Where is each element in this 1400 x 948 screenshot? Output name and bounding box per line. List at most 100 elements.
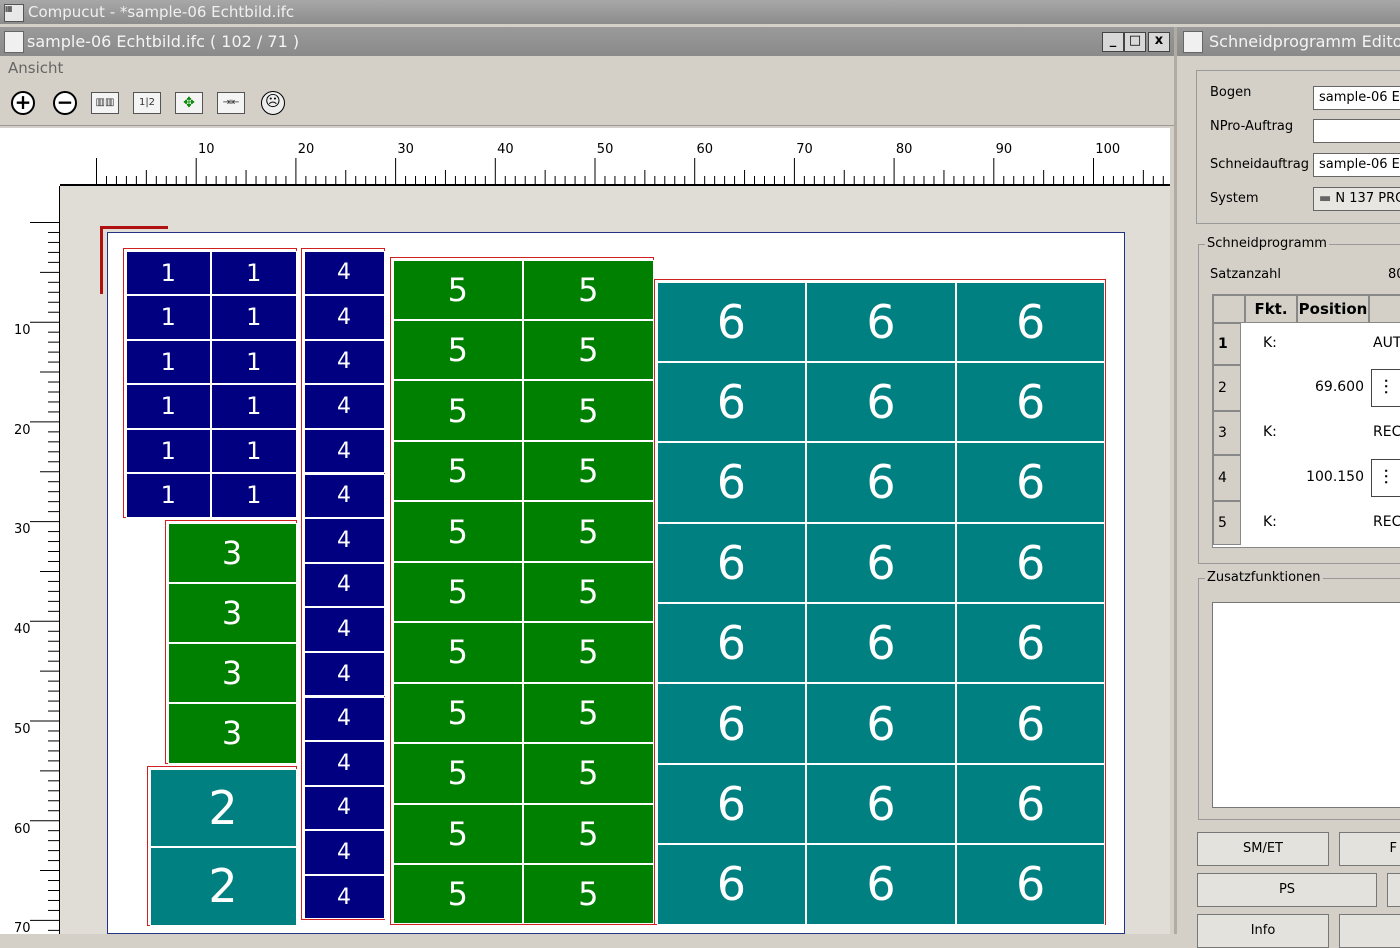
- row-number[interactable]: 5: [1213, 501, 1241, 545]
- cut-piece[interactable]: 4: [303, 518, 385, 563]
- cut-piece[interactable]: 1: [211, 473, 297, 518]
- cut-piece[interactable]: 4: [303, 651, 385, 697]
- layout-group-3[interactable]: 3333: [165, 520, 297, 764]
- layout-group-2[interactable]: 22: [147, 766, 297, 926]
- cut-piece[interactable]: 3: [167, 582, 297, 643]
- cut-piece[interactable]: 6: [806, 844, 956, 925]
- cut-piece[interactable]: 4: [303, 696, 385, 742]
- cut-piece[interactable]: 5: [392, 561, 523, 623]
- f-button[interactable]: F: [1339, 832, 1400, 866]
- cut-piece[interactable]: 6: [806, 442, 956, 523]
- cut-piece[interactable]: 1: [211, 295, 297, 340]
- layout-group-6[interactable]: 666666666666666666666666: [654, 279, 1106, 925]
- cut-piece[interactable]: 4: [303, 785, 385, 831]
- cut-piece[interactable]: 3: [167, 643, 297, 704]
- cut-piece[interactable]: 1: [125, 384, 211, 429]
- system-field[interactable]: ▬ N 137 PRO: [1313, 187, 1400, 211]
- info-button[interactable]: Info: [1197, 914, 1329, 948]
- cut-piece[interactable]: 1: [211, 428, 297, 473]
- cut-piece[interactable]: 6: [656, 361, 807, 443]
- cut-piece[interactable]: 5: [392, 803, 523, 865]
- cut-piece[interactable]: 6: [806, 603, 956, 684]
- minimize-button[interactable]: _: [1102, 32, 1124, 52]
- numbered-grid-button[interactable]: 1|2: [132, 89, 162, 117]
- cut-piece[interactable]: 6: [806, 522, 956, 603]
- column-header-position[interactable]: Position: [1297, 295, 1369, 323]
- pane-divider[interactable]: [1174, 27, 1177, 934]
- cut-piece[interactable]: 1: [125, 295, 211, 340]
- npro-field[interactable]: [1313, 119, 1400, 143]
- cut-piece[interactable]: 5: [523, 682, 654, 744]
- zoom-out-button[interactable]: −: [50, 89, 80, 117]
- cut-piece[interactable]: 5: [523, 501, 654, 562]
- cut-piece[interactable]: 6: [656, 603, 807, 684]
- cut-piece[interactable]: 4: [303, 830, 385, 875]
- cut-piece[interactable]: 5: [523, 803, 654, 865]
- cut-piece[interactable]: 4: [303, 741, 385, 786]
- row-number[interactable]: 3: [1213, 411, 1241, 455]
- cut-piece[interactable]: 4: [303, 607, 385, 652]
- sad-face-button[interactable]: ☹: [258, 89, 288, 117]
- cut-piece[interactable]: 3: [167, 703, 297, 764]
- cut-piece[interactable]: 4: [303, 295, 385, 340]
- cut-piece[interactable]: 1: [211, 250, 297, 295]
- cut-piece[interactable]: 1: [125, 339, 211, 384]
- cut-piece[interactable]: 5: [392, 440, 523, 502]
- cut-piece[interactable]: 6: [955, 683, 1106, 764]
- cut-piece[interactable]: 5: [523, 380, 654, 441]
- cut-piece[interactable]: 5: [392, 259, 523, 320]
- zoom-in-button[interactable]: +: [8, 89, 38, 117]
- cut-piece[interactable]: 6: [656, 683, 807, 764]
- cut-piece[interactable]: 6: [806, 683, 956, 764]
- menu-ansicht[interactable]: Ansicht: [8, 56, 63, 80]
- maximize-button[interactable]: □: [1124, 32, 1146, 52]
- cut-function-icon[interactable]: ⫶: [1371, 459, 1400, 497]
- cut-function-icon[interactable]: ⫶: [1371, 369, 1400, 407]
- cut-piece[interactable]: 4: [303, 874, 385, 920]
- cut-piece[interactable]: 5: [523, 622, 654, 683]
- cut-piece[interactable]: 6: [955, 281, 1106, 362]
- cut-piece[interactable]: 5: [392, 319, 523, 381]
- cut-piece[interactable]: 2: [149, 768, 297, 847]
- cut-piece[interactable]: 1: [125, 250, 211, 295]
- cut-piece[interactable]: 5: [523, 561, 654, 623]
- cut-piece[interactable]: 5: [523, 864, 654, 925]
- cut-piece[interactable]: 6: [806, 763, 956, 845]
- cut-piece[interactable]: 4: [303, 384, 385, 429]
- bogen-field[interactable]: sample-06 Echtbild: [1313, 86, 1400, 110]
- close-button[interactable]: x: [1148, 32, 1170, 52]
- cut-piece[interactable]: 6: [656, 844, 807, 925]
- cut-piece[interactable]: 6: [955, 442, 1106, 523]
- cut-piece[interactable]: 6: [656, 763, 807, 845]
- cut-piece[interactable]: 4: [303, 339, 385, 385]
- cut-piece[interactable]: 4: [303, 562, 385, 608]
- row-number[interactable]: 1: [1213, 323, 1241, 365]
- grid-button[interactable]: ▥▥: [90, 89, 120, 117]
- column-header-fkt[interactable]: Fkt.: [1245, 295, 1297, 323]
- row-number[interactable]: 4: [1213, 455, 1241, 501]
- cut-piece[interactable]: 5: [523, 319, 654, 381]
- cut-piece[interactable]: 6: [656, 442, 807, 523]
- fit-button[interactable]: ⇥⇤: [216, 89, 246, 117]
- cut-piece[interactable]: 6: [955, 763, 1106, 845]
- cut-piece[interactable]: 1: [125, 428, 211, 473]
- cut-piece[interactable]: 5: [392, 864, 523, 925]
- extra-side-button[interactable]: [1339, 914, 1400, 948]
- cut-piece[interactable]: 6: [806, 361, 956, 443]
- cut-piece[interactable]: 1: [211, 384, 297, 429]
- cut-piece[interactable]: 5: [523, 743, 654, 804]
- cut-piece[interactable]: 6: [656, 522, 807, 603]
- cut-piece[interactable]: 5: [392, 743, 523, 804]
- cut-piece[interactable]: 5: [392, 682, 523, 744]
- ps-side-button[interactable]: [1387, 873, 1400, 907]
- cut-piece[interactable]: 6: [806, 281, 956, 362]
- program-table[interactable]: Fkt. Position 1 K: AUTO 2 69.600 ⫶ 3 K: REC 4 100.…: [1212, 294, 1400, 548]
- cut-piece[interactable]: 6: [656, 281, 807, 362]
- cut-piece[interactable]: 6: [955, 361, 1106, 443]
- layout-group-4[interactable]: 444444444444444: [301, 248, 385, 920]
- cut-piece[interactable]: 6: [955, 844, 1106, 925]
- cut-piece[interactable]: 4: [303, 428, 385, 474]
- cut-piece[interactable]: 1: [125, 473, 211, 518]
- cut-piece[interactable]: 4: [303, 473, 385, 519]
- schneidauftrag-field[interactable]: sample-06 Echtbild: [1313, 153, 1400, 177]
